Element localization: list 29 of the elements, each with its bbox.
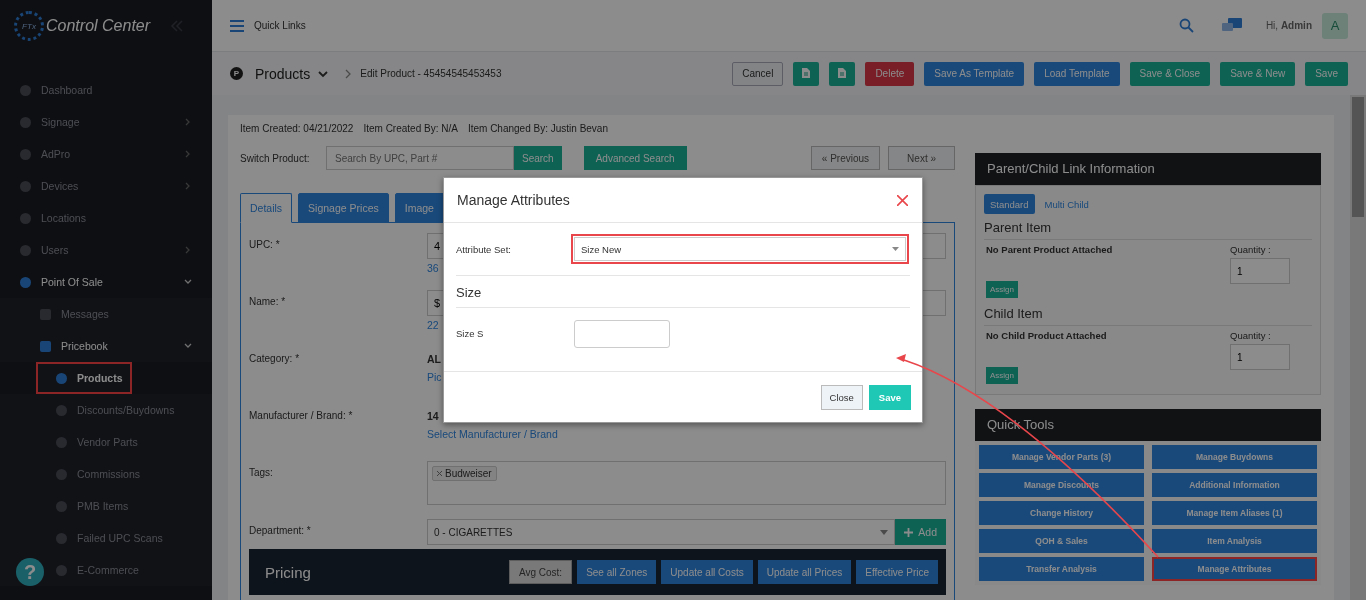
link-status: No Child Product Attached [986,330,1107,341]
section-title: Child Item [984,306,1312,326]
field-label: Manufacturer / Brand: * [249,409,354,423]
field-label: Switch Product: [240,152,311,164]
field-label: Attribute Set: [456,243,512,255]
section-title: Parent Item [984,220,1312,240]
field-label: Tags: [249,466,274,480]
item-meta: Item Changed By: Justin Bevan [467,123,608,136]
section-title: Pricing [265,563,311,581]
field-label: Name: * [249,295,287,309]
page-icon: P [230,67,243,80]
field-value: 14 [427,410,439,422]
field-label: Quantity : [1230,330,1272,341]
logo-badge: FTx [14,11,44,41]
field-label: Department: * [249,524,312,538]
section-title: Size [456,276,910,308]
panel-title: Parent/Child Link Information [975,153,1321,185]
field-label: Category: * [249,352,301,366]
breadcrumb: Edit Product - 45454545453453 [360,68,502,79]
field-label: Size S [456,328,485,339]
field-label: Quantity : [1230,244,1272,255]
panel-title: Quick Tools [975,409,1321,441]
item-meta: Item Created By: N/A [363,123,458,136]
link-status: No Parent Product Attached [986,244,1113,255]
field-value: AL [427,353,441,365]
logo-title: Control Center [46,17,151,35]
field-label: UPC: * [249,238,281,252]
user-greeting: Hi, Admin [1265,20,1312,31]
item-meta: Item Created: 04/21/2022 [240,123,354,136]
